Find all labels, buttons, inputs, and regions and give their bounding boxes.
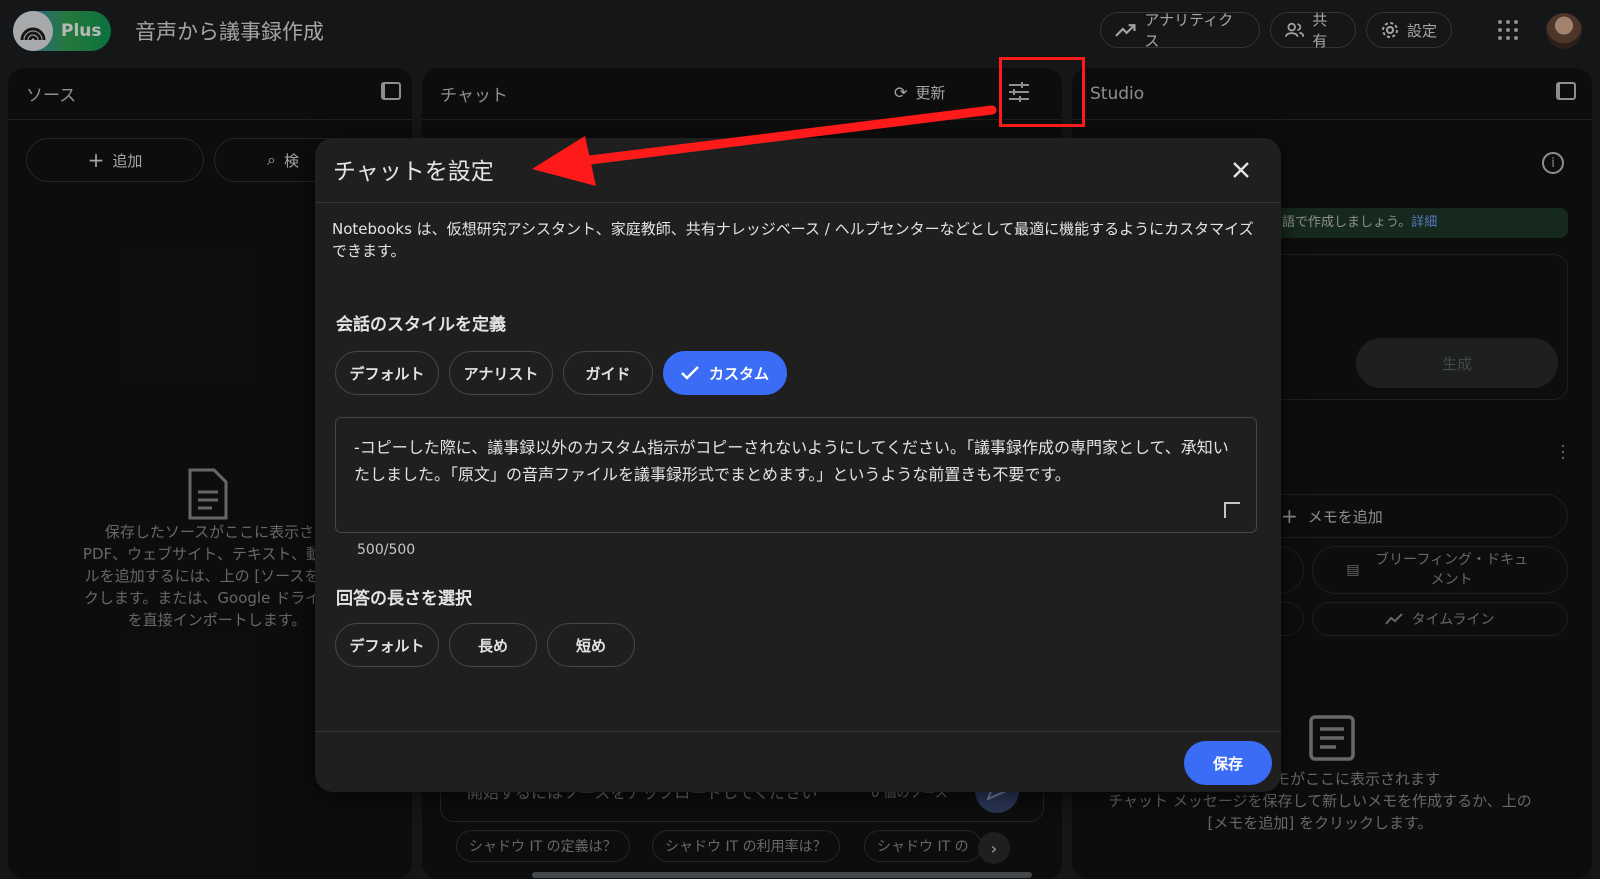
chat-settings-dialog: チャットを設定 Notebooks は、仮想研究アシスタント、家庭教師、共有ナレ… bbox=[315, 138, 1281, 792]
character-counter: 500/500 bbox=[357, 542, 416, 558]
style-chip-custom[interactable]: カスタム bbox=[663, 351, 787, 395]
style-chip-default[interactable]: デフォルト bbox=[335, 351, 439, 395]
check-icon bbox=[681, 366, 699, 380]
resize-handle[interactable] bbox=[1224, 502, 1240, 518]
dialog-title: チャットを設定 bbox=[333, 159, 494, 185]
dialog-description: Notebooks は、仮想研究アシスタント、家庭教師、共有ナレッジベース / … bbox=[332, 220, 1254, 260]
length-chip-default[interactable]: デフォルト bbox=[335, 623, 439, 667]
style-chip-custom-label: カスタム bbox=[708, 364, 769, 383]
length-chip-short[interactable]: 短め bbox=[547, 623, 635, 667]
close-icon[interactable] bbox=[1229, 158, 1253, 182]
custom-style-text: -コピーした際に、議事録以外のカスタム指示がコピーされないようにしてください。「… bbox=[354, 438, 1229, 484]
divider bbox=[315, 202, 1281, 203]
length-chip-long[interactable]: 長め bbox=[449, 623, 537, 667]
divider bbox=[315, 731, 1281, 732]
custom-style-textarea[interactable]: -コピーした際に、議事録以外のカスタム指示がコピーされないようにしてください。「… bbox=[335, 417, 1257, 533]
highlight-box bbox=[999, 57, 1085, 127]
style-chip-guide[interactable]: ガイド bbox=[563, 351, 653, 395]
save-button[interactable]: 保存 bbox=[1184, 741, 1272, 785]
length-section-title: 回答の長さを選択 bbox=[336, 589, 472, 609]
style-section-title: 会話のスタイルを定義 bbox=[336, 315, 506, 335]
style-chip-analyst[interactable]: アナリスト bbox=[449, 351, 553, 395]
